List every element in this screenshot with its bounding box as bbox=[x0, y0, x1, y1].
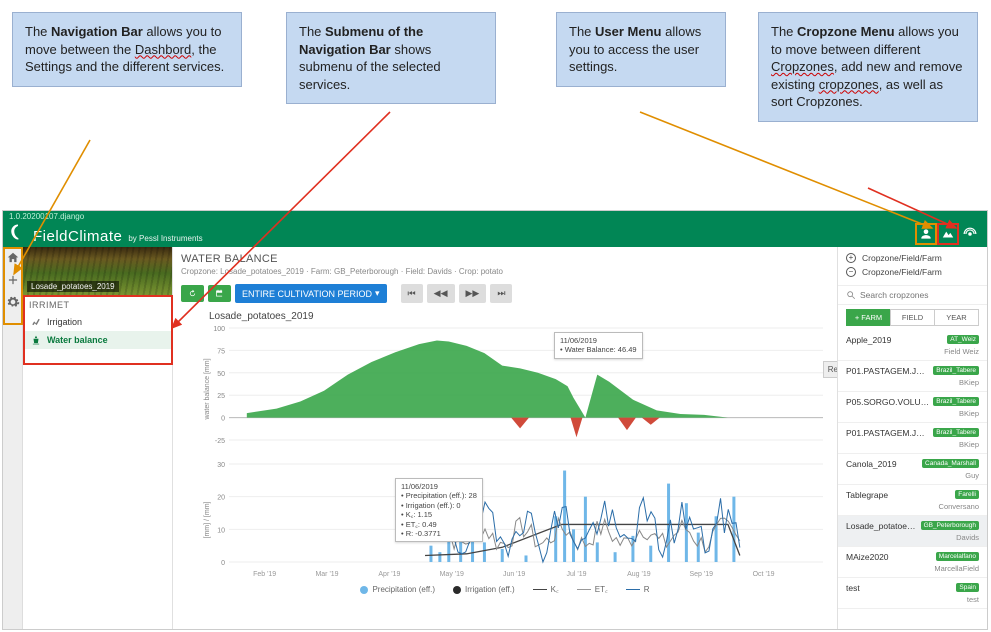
cropzone-menu-button[interactable] bbox=[937, 223, 959, 245]
cropzone-list-item[interactable]: P05.SORGO.VOLUMAX…Brazil_TabereBKiep bbox=[838, 392, 987, 423]
cropzone-list-item[interactable]: Losade_potatoes_20…GB_PeterboroughDavids bbox=[838, 516, 987, 547]
nav-prev-button[interactable]: ◀◀ bbox=[427, 284, 455, 303]
svg-text:[mm] / [mm]: [mm] / [mm] bbox=[204, 501, 211, 538]
chart-legend: Precipitation (eff.) Irrigation (eff.) K… bbox=[181, 584, 829, 595]
field-thumbnail-label: Losade_potatoes_2019 bbox=[27, 281, 119, 292]
svg-text:-25: -25 bbox=[215, 438, 225, 445]
callout-user-menu: The User Menu allows you to access the u… bbox=[556, 12, 726, 87]
forward-icon: ▶▶ bbox=[466, 288, 480, 299]
cropzone-sort-tabs: + FARM FIELD YEAR bbox=[838, 305, 987, 330]
chart1-tooltip: 11/06/2019 • Water Balance: 46.49 bbox=[554, 332, 643, 359]
cropzone-add-row[interactable]: + Cropzone/Field/Farm bbox=[846, 253, 979, 263]
cropzone-list-item[interactable]: MAize2020MarcelalfanoMarcellaField bbox=[838, 547, 987, 578]
cropzone-search[interactable] bbox=[838, 286, 987, 305]
svg-text:20: 20 bbox=[217, 495, 225, 502]
reset-zoom-button[interactable]: Re bbox=[823, 361, 837, 378]
user-menu-button[interactable] bbox=[915, 223, 937, 245]
cz-tab-field[interactable]: FIELD bbox=[890, 309, 935, 326]
svg-text:May '19: May '19 bbox=[440, 571, 464, 578]
svg-text:Jun '19: Jun '19 bbox=[503, 571, 525, 578]
svg-text:Feb '19: Feb '19 bbox=[253, 571, 276, 578]
cz-tab-year[interactable]: YEAR bbox=[934, 309, 979, 326]
broadcast-icon bbox=[963, 227, 977, 241]
calendar-button[interactable] bbox=[208, 285, 231, 302]
svg-text:Aug '19: Aug '19 bbox=[627, 571, 651, 578]
callout-navigation-bar: The Navigation Bar allows you to move be… bbox=[12, 12, 242, 87]
plus-circle-icon: + bbox=[846, 253, 856, 263]
cropzone-list-item[interactable]: testSpaintest bbox=[838, 578, 987, 609]
period-dropdown[interactable]: ENTIRE CULTIVATION PERIOD ▾ bbox=[235, 284, 387, 303]
version-bar: 1.0.20200107.django bbox=[3, 211, 987, 221]
cropzone-list-item[interactable]: Apple_2019AT_WeizField Weiz bbox=[838, 330, 987, 361]
cropzone-list-item[interactable]: Canola_2019Canada_MarshallGuy bbox=[838, 454, 987, 485]
field-icon bbox=[941, 227, 955, 241]
callout-cropzone-menu: The Cropzone Menu allows you to move bet… bbox=[758, 12, 978, 122]
highlight-submenu bbox=[23, 295, 173, 365]
svg-text:0: 0 bbox=[221, 560, 225, 567]
breadcrumb: Cropzone: Losade_potatoes_2019 · Farm: G… bbox=[181, 267, 829, 276]
chart-water-balance[interactable]: -25 0 25 50 75 100 water balance [mm] 11/06/20… bbox=[199, 324, 825, 454]
svg-text:30: 30 bbox=[217, 462, 225, 469]
chart-precip-et[interactable]: 0 10 20 30 [mm] / [mm] Feb '19 Mar '19 Apr '19 M… bbox=[199, 460, 825, 580]
refresh-button[interactable] bbox=[181, 285, 204, 302]
chart2-tooltip: 11/06/2019 • Precipitation (eff.): 28 • … bbox=[395, 478, 483, 542]
svg-text:Jul '19: Jul '19 bbox=[566, 571, 586, 578]
callout-submenu: The Submenu of the Navigation Bar shows … bbox=[286, 12, 496, 104]
field-thumbnail[interactable]: Losade_potatoes_2019 bbox=[23, 247, 172, 295]
skip-back-icon: ⏮ bbox=[408, 288, 416, 299]
header-icons bbox=[915, 223, 981, 245]
svg-text:75: 75 bbox=[217, 348, 225, 355]
cropzone-remove-row[interactable]: − Cropzone/Field/Farm bbox=[846, 267, 979, 277]
nav-first-button[interactable]: ⏮ bbox=[401, 284, 423, 303]
svg-text:water balance [mm]: water balance [mm] bbox=[204, 358, 211, 420]
plot-title: Losade_potatoes_2019 bbox=[209, 311, 829, 322]
calendar-icon bbox=[215, 289, 224, 298]
nav-next-button[interactable]: ▶▶ bbox=[459, 284, 487, 303]
brand-byline: by Pessl Instruments bbox=[128, 234, 202, 243]
chart-toolbar: ENTIRE CULTIVATION PERIOD ▾ ⏮ ◀◀ ▶▶ ⏭ bbox=[181, 284, 829, 303]
cropzone-list-item[interactable]: TablegrapeFarelliConversano bbox=[838, 485, 987, 516]
skip-forward-icon: ⏭ bbox=[497, 288, 505, 299]
minus-circle-icon: − bbox=[846, 267, 856, 277]
cropzone-list-item[interactable]: P01.PASTAGEM.JAN.19Brazil_TabereBKiep bbox=[838, 423, 987, 454]
cropzone-panel: + Cropzone/Field/Farm − Cropzone/Field/F… bbox=[837, 247, 987, 629]
svg-text:50: 50 bbox=[217, 371, 225, 378]
brand: FieldClimate by Pessl Instruments bbox=[9, 223, 203, 245]
svg-text:25: 25 bbox=[217, 393, 225, 400]
svg-text:Oct '19: Oct '19 bbox=[753, 571, 775, 578]
svg-text:0: 0 bbox=[221, 416, 225, 423]
nav-last-button[interactable]: ⏭ bbox=[490, 284, 512, 303]
main-content: WATER BALANCE Cropzone: Losade_potatoes_… bbox=[173, 247, 837, 629]
header-bar: FieldClimate by Pessl Instruments bbox=[3, 221, 987, 247]
cropzone-search-input[interactable] bbox=[860, 290, 979, 300]
chevron-down-icon: ▾ bbox=[375, 288, 380, 299]
svg-text:Mar '19: Mar '19 bbox=[315, 571, 338, 578]
svg-text:100: 100 bbox=[213, 326, 225, 333]
cz-tab-farm[interactable]: + FARM bbox=[846, 309, 891, 326]
cropzone-list[interactable]: Apple_2019AT_WeizField WeizP01.PASTAGEM.… bbox=[838, 330, 987, 629]
app-window: 1.0.20200107.django FieldClimate by Pess… bbox=[2, 210, 988, 630]
page-title: WATER BALANCE bbox=[181, 253, 829, 265]
user-icon bbox=[919, 227, 933, 241]
rewind-icon: ◀◀ bbox=[434, 288, 448, 299]
svg-text:10: 10 bbox=[217, 527, 225, 534]
leaf-icon bbox=[9, 223, 27, 241]
svg-text:Sep '19: Sep '19 bbox=[689, 571, 713, 578]
brand-name: FieldClimate bbox=[33, 228, 122, 245]
svg-text:Apr '19: Apr '19 bbox=[378, 571, 400, 578]
refresh-icon bbox=[188, 289, 197, 298]
search-icon bbox=[846, 290, 856, 300]
highlight-nav-rail bbox=[3, 247, 23, 325]
cropzone-list-item[interactable]: P01.PASTAGEM.JAN.19Brazil_TabereBKiep bbox=[838, 361, 987, 392]
header-extra-button[interactable] bbox=[959, 223, 981, 245]
title-block: WATER BALANCE Cropzone: Losade_potatoes_… bbox=[181, 253, 829, 276]
